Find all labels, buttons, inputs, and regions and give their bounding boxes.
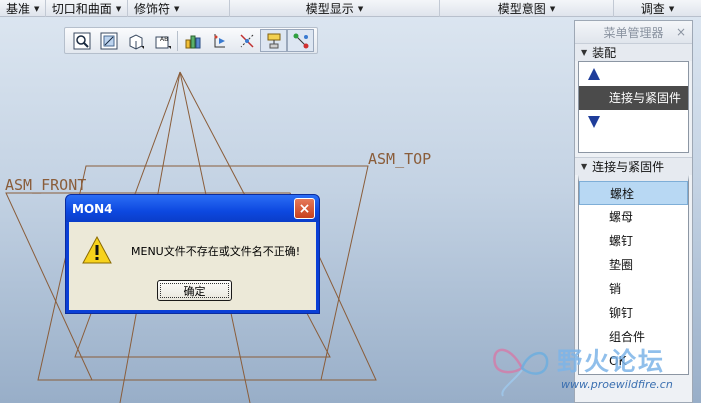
close-icon: ×	[298, 200, 311, 217]
ribbon-group-bar: 基准 ▼ 切口和曲面 ▼ 修饰符 ▼ 模型显示 ▼ 模型意图 ▼ 调查 ▼	[0, 0, 701, 17]
menu-item-bolt[interactable]: 螺栓	[579, 181, 688, 205]
dropdown-arrow-icon: ▼	[668, 4, 675, 13]
graphics-toolbar: AB	[64, 27, 318, 54]
display-style-button[interactable]	[122, 29, 149, 52]
proe-window: 基准 ▼ 切口和曲面 ▼ 修饰符 ▼ 模型显示 ▼ 模型意图 ▼ 调查 ▼ AS…	[0, 0, 701, 403]
menu-item-pin[interactable]: 销	[579, 277, 688, 301]
menu-item-washer[interactable]: 垫圈	[579, 253, 688, 277]
datum-label-asm-front[interactable]: ASM_FRONT	[5, 176, 86, 194]
dropdown-arrow-icon: ▼	[115, 4, 122, 13]
display-style-icon	[129, 33, 144, 50]
forum-watermark: 野火论坛 www.proewildfire.cn	[489, 338, 694, 400]
datum-label-asm-top[interactable]: ASM_TOP	[368, 150, 431, 168]
collapse-triangle-icon: ▼	[581, 162, 588, 171]
dropdown-arrow-icon: ▼	[357, 4, 364, 13]
perspective-button[interactable]	[206, 29, 233, 52]
ok-button[interactable]: 确定	[157, 280, 232, 301]
perspective-icon	[214, 33, 225, 47]
dropdown-arrow-icon: ▼	[34, 4, 40, 13]
dialog-close-button[interactable]: ×	[294, 198, 315, 219]
dialog-title: MON4	[72, 201, 113, 216]
annotation-display-icon	[267, 33, 280, 48]
ribbon-group-label: 模型意图	[497, 1, 546, 16]
butterfly-logo-icon	[493, 348, 549, 397]
menu-manager-title: 菜单管理器	[603, 25, 664, 40]
menu-manager-title-bar: 菜单管理器 ×	[575, 21, 692, 43]
refit-button[interactable]	[95, 29, 122, 52]
refit-icon	[100, 32, 117, 49]
ribbon-group-model-display[interactable]: 模型显示 ▼	[230, 0, 440, 17]
close-icon[interactable]: ×	[676, 25, 686, 39]
collapse-triangle-icon: ▼	[581, 48, 588, 57]
menu-item-nut[interactable]: 螺母	[579, 205, 688, 229]
menu-item-connections-fasteners[interactable]: 连接与紧固件	[579, 86, 688, 110]
ribbon-group-label: 切口和曲面	[51, 1, 112, 16]
ribbon-group-cut-surface[interactable]: 切口和曲面 ▼	[46, 0, 128, 17]
ribbon-group-label: 基准	[6, 1, 31, 16]
annotation-display-button[interactable]	[260, 29, 287, 52]
dialog-title-bar[interactable]: MON4 ×	[66, 195, 319, 222]
saved-views-icon: AB	[155, 36, 171, 49]
dialog-body: MENU文件不存在或文件名不正确! 确定	[69, 222, 316, 310]
view-manager-icon	[185, 35, 200, 48]
datum-display-button[interactable]	[233, 29, 260, 52]
assembly-menu-list: 连接与紧固件	[578, 61, 689, 153]
menu-item-rivet[interactable]: 铆钉	[579, 301, 688, 325]
datum-display-icon	[239, 33, 254, 48]
toolbar-separator	[177, 30, 178, 51]
menu-section-connections-fasteners[interactable]: ▼ 连接与紧固件	[575, 157, 692, 175]
zoom-icon	[73, 32, 90, 49]
arrow-down-icon	[588, 116, 600, 128]
ribbon-group-datum[interactable]: 基准 ▼	[0, 0, 46, 17]
warning-icon	[82, 235, 112, 264]
ribbon-group-label: 调查	[640, 1, 665, 16]
spin-center-icon	[293, 33, 308, 48]
error-dialog: MON4 × MENU文件不存在或文件名不正确! 确定	[65, 194, 320, 314]
menu-item-screw[interactable]: 螺钉	[579, 229, 688, 253]
arrow-up-icon	[588, 68, 600, 80]
ribbon-group-label: 修饰符	[134, 1, 171, 16]
watermark-url: www.proewildfire.cn	[561, 378, 673, 391]
scroll-up-button[interactable]	[579, 62, 688, 86]
menu-section-label: 装配	[592, 46, 617, 60]
dropdown-arrow-icon: ▼	[174, 4, 180, 13]
svg-text:AB: AB	[160, 36, 168, 43]
saved-views-button[interactable]: AB	[149, 29, 176, 52]
spin-center-button[interactable]	[287, 29, 314, 52]
ribbon-group-modifiers[interactable]: 修饰符 ▼	[128, 0, 230, 17]
view-manager-button[interactable]	[179, 29, 206, 52]
menu-section-assembly[interactable]: ▼ 装配	[575, 43, 692, 61]
watermark-text: 野火论坛	[557, 347, 666, 376]
ribbon-group-label: 模型显示	[305, 1, 354, 16]
menu-section-label: 连接与紧固件	[592, 160, 665, 174]
ribbon-group-model-intent[interactable]: 模型意图 ▼	[440, 0, 614, 17]
ribbon-group-investigate[interactable]: 调查 ▼	[614, 0, 701, 17]
zoom-button[interactable]	[68, 29, 95, 52]
scroll-down-button[interactable]	[579, 110, 688, 134]
dropdown-arrow-icon: ▼	[549, 4, 556, 13]
dialog-message: MENU文件不存在或文件名不正确!	[131, 245, 301, 258]
